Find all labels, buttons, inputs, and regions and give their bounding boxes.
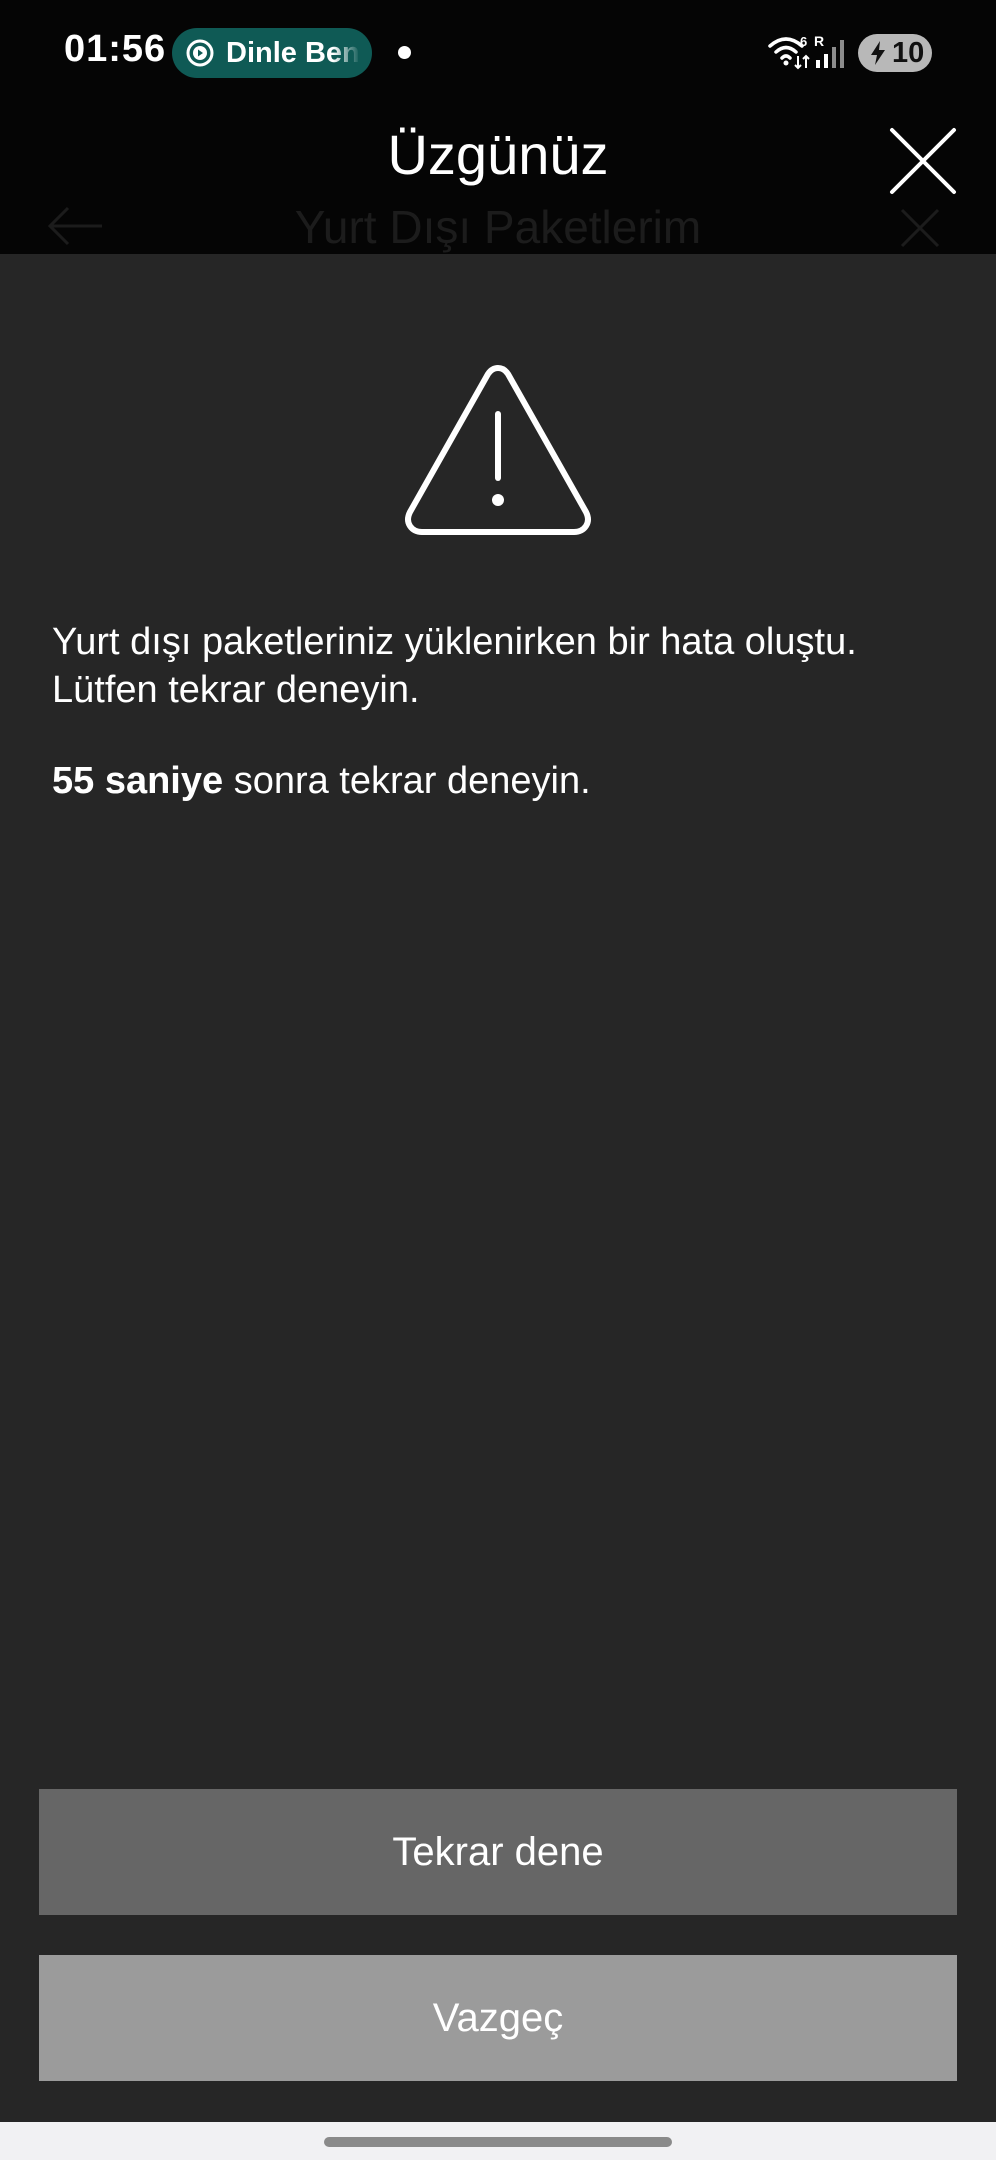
home-indicator[interactable]	[324, 2137, 672, 2147]
svg-text:6: 6	[800, 34, 807, 49]
dialog-title: Üzgünüz	[387, 123, 609, 186]
retry-button[interactable]: Tekrar dene	[39, 1789, 957, 1915]
dialog-header: Yurt Dışı Paketlerim 01:56 Dinle Ben 6 R…	[0, 0, 996, 254]
wifi-icon: 6	[768, 34, 810, 70]
background-page-header: Yurt Dışı Paketlerim	[0, 180, 996, 254]
retry-countdown: 55 saniye sonra tekrar deneyin.	[52, 757, 952, 805]
battery-level: 10	[892, 36, 925, 69]
warning-triangle-icon	[405, 365, 591, 535]
svg-text:R: R	[814, 34, 824, 49]
media-pill[interactable]: Dinle Ben	[172, 28, 372, 78]
play-icon	[186, 39, 214, 67]
error-message-line1: Yurt dışı paketleriniz yüklenirken bir h…	[52, 621, 857, 663]
background-page-title: Yurt Dışı Paketlerim	[294, 201, 702, 253]
error-message-line2: Lütfen tekrar deneyin.	[52, 669, 420, 711]
countdown-text: sonra tekrar deneyin.	[223, 760, 591, 802]
navigation-bar	[0, 2122, 996, 2160]
error-message: Yurt dışı paketleriniz yüklenirken bir h…	[52, 618, 952, 714]
countdown-seconds: 55 saniye	[52, 760, 224, 802]
close-icon[interactable]	[886, 124, 960, 198]
background-close-icon	[900, 208, 940, 248]
battery-charging-icon	[871, 41, 885, 65]
battery-indicator: 10	[858, 34, 932, 72]
media-pill-label: Dinle Ben	[226, 36, 360, 69]
cancel-button[interactable]: Vazgeç	[39, 1955, 957, 2081]
notification-dot	[398, 46, 411, 59]
status-time: 01:56	[64, 28, 167, 70]
signal-icon: R	[814, 34, 844, 68]
status-bar: 01:56 Dinle Ben 6 R 10	[0, 0, 996, 106]
error-screen: Yurt Dışı Paketlerim 01:56 Dinle Ben 6 R…	[0, 0, 996, 2160]
